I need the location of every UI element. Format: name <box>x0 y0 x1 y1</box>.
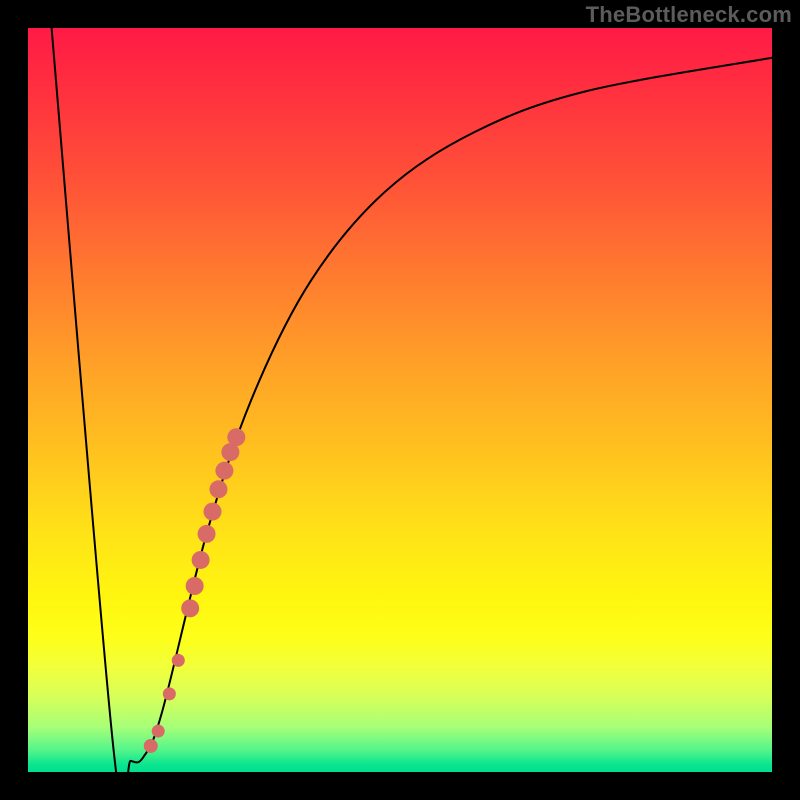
data-marker <box>186 577 204 595</box>
data-marker <box>192 551 210 569</box>
data-marker <box>181 599 199 617</box>
data-marker <box>198 525 216 543</box>
bottleneck-curve <box>50 28 772 772</box>
chart-svg <box>28 28 772 772</box>
data-marker <box>227 428 245 446</box>
data-marker <box>144 739 158 753</box>
chart-frame: TheBottleneck.com <box>0 0 800 800</box>
data-marker <box>204 503 222 521</box>
data-marker <box>172 654 185 667</box>
data-marker <box>215 462 233 480</box>
data-marker <box>163 687 176 700</box>
data-marker <box>152 725 165 738</box>
data-marker <box>209 480 227 498</box>
watermark-text: TheBottleneck.com <box>586 2 792 28</box>
marker-group <box>144 428 246 753</box>
plot-area <box>28 28 772 772</box>
